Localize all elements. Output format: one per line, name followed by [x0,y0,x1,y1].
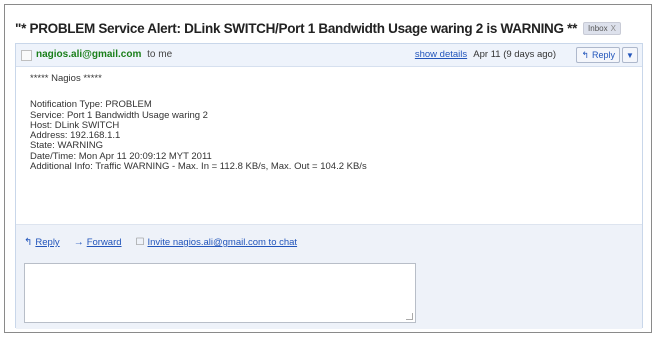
forward-arrow-icon: → [73,237,84,248]
inbox-label-chip[interactable]: Inbox X [583,21,621,35]
reply-link-label: Reply [35,237,60,248]
message-meta: show details Apr 11 (9 days ago) [415,49,556,60]
recipient-text: to me [147,49,173,60]
message-date: Apr 11 (9 days ago) [473,49,556,60]
show-details-link[interactable]: show details [415,49,467,60]
message-footer: ↰ Reply → Forward ☐ Invite nagios.ali@gm… [16,224,642,329]
body-line: Additional Info: Traffic WARNING - Max. … [30,161,367,173]
message-card: nagios.ali@gmail.com to me show details … [15,43,643,329]
forward-link-label: Forward [86,237,122,248]
reply-button[interactable]: ↰ Reply [576,47,620,63]
sender-address[interactable]: nagios.ali@gmail.com [36,49,141,60]
sender-info: nagios.ali@gmail.com to me [36,49,172,60]
invite-chat-label: Invite nagios.ali@gmail.com to chat [147,237,298,248]
reply-button-label: Reply [591,50,615,60]
email-window: "* PROBLEM Service Alert: DLink SWITCH/P… [4,4,652,333]
sender-status-icon [21,50,32,61]
message-body: ***** Nagios ***** Notification Type: PR… [30,73,610,173]
reply-arrow-icon: ↰ [581,49,589,60]
quick-reply-textarea[interactable] [24,263,416,323]
chevron-down-icon: ▼ [626,50,634,60]
invite-chat-link[interactable]: ☐ Invite nagios.ali@gmail.com to chat [136,237,298,248]
chat-bubble-icon: ☐ [135,237,145,248]
remove-label-icon[interactable]: X [611,24,616,33]
message-header: nagios.ali@gmail.com to me show details … [16,44,642,67]
body-line: Address: 192.168.1.1 [30,130,121,142]
more-actions-dropdown[interactable]: ▼ [622,47,638,63]
inbox-label-text: Inbox [588,23,608,33]
forward-link[interactable]: → Forward [74,237,122,248]
reply-arrow-icon: ↰ [24,237,33,248]
body-signature: ***** Nagios ***** [30,73,102,84]
resize-handle-icon[interactable] [406,313,413,320]
email-subject: "* PROBLEM Service Alert: DLink SWITCH/P… [15,19,621,37]
footer-actions: ↰ Reply → Forward ☐ Invite nagios.ali@gm… [24,237,297,248]
reply-link[interactable]: ↰ Reply [24,237,60,248]
subject-text: "* PROBLEM Service Alert: DLink SWITCH/P… [15,20,578,36]
